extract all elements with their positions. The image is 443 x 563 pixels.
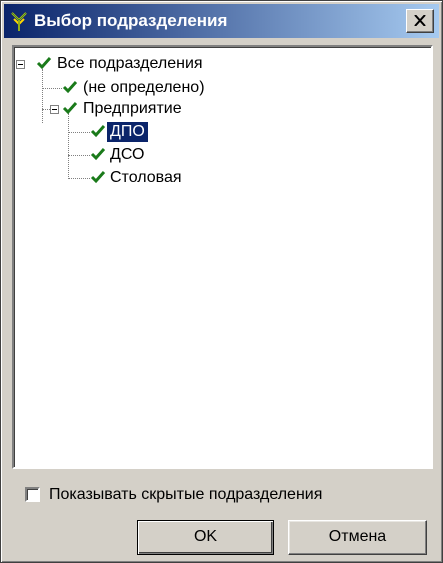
- tree-connector: [42, 109, 50, 110]
- ok-button[interactable]: OK: [137, 520, 274, 555]
- tree-node-label: Предприятие: [83, 100, 182, 117]
- checkmark-icon: [62, 81, 78, 94]
- collapse-toggle[interactable]: [50, 105, 59, 114]
- dialog-window: Выбор подразделения Все подразделения (н…: [0, 0, 443, 563]
- tree-connector: [68, 113, 69, 179]
- checkmark-icon: [90, 125, 106, 138]
- tree-connector: [68, 132, 90, 133]
- show-hidden-checkbox[interactable]: [25, 487, 40, 502]
- department-tree[interactable]: Все подразделения (не определено) Предпр…: [12, 45, 433, 469]
- tree-node-label: Все подразделения: [57, 55, 203, 72]
- checkmark-icon: [90, 148, 106, 161]
- collapse-toggle[interactable]: [16, 60, 25, 69]
- title-bar[interactable]: Выбор подразделения: [4, 4, 439, 38]
- tree-node-label: Столовая: [110, 169, 182, 186]
- tree-connector: [42, 69, 43, 123]
- cancel-button[interactable]: Отмена: [288, 520, 427, 555]
- checkmark-icon: [62, 102, 78, 115]
- tree-node-label: (не определено): [83, 79, 205, 96]
- close-button[interactable]: [406, 9, 434, 33]
- show-hidden-label: Показывать скрытые подразделения: [49, 486, 323, 503]
- tree-node-label: ДПО: [107, 122, 148, 142]
- tree-node-label: ДСО: [110, 146, 145, 163]
- close-icon: [414, 15, 426, 26]
- tree-connector: [42, 88, 62, 89]
- tree-connector: [68, 155, 90, 156]
- checkmark-icon: [90, 171, 106, 184]
- checkmark-icon: [36, 57, 52, 70]
- tree-connector: [68, 178, 90, 179]
- window-title: Выбор подразделения: [34, 11, 228, 30]
- department-tree-icon: [8, 10, 30, 32]
